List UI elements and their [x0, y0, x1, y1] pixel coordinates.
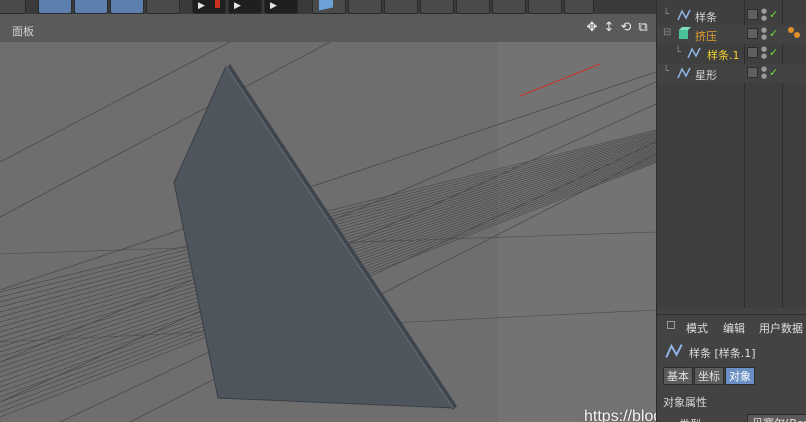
floor-button[interactable] [492, 0, 526, 14]
rotate-tool-button[interactable] [110, 0, 144, 14]
object-label: 样条.1 [707, 49, 740, 62]
viewport[interactable]: 面板 ✥ ↕ ⟲ ⧉ https://blog.csdn.net/lidashe… [0, 14, 656, 422]
layer-tag[interactable] [747, 67, 758, 78]
spline-pen-button[interactable] [348, 0, 382, 14]
light-button[interactable] [564, 0, 594, 14]
coordinate-system-button[interactable] [146, 0, 180, 14]
type-label: 类型 [679, 416, 701, 422]
attribute-manager: 模式 编辑 用户数据 样条 [样条.1] 基本 坐标 对象 对象属性 类型 贝塞… [656, 308, 806, 422]
extrude-tag-icon[interactable] [787, 26, 801, 40]
visibility-dots[interactable]: ● ● [761, 66, 767, 80]
type-dropdown[interactable]: 贝塞尔(Bezier) [747, 414, 806, 422]
play-icon: ▶ [270, 1, 277, 11]
viewport-canvas[interactable] [0, 42, 656, 422]
tab-coordinates[interactable]: 坐标 [694, 367, 724, 385]
spline-icon [677, 9, 691, 21]
layer-tag[interactable] [747, 47, 758, 58]
spline-icon [665, 343, 683, 358]
object-label: 星形 [695, 69, 717, 82]
enable-check-icon[interactable]: ✓ [769, 66, 778, 79]
attribute-object-label: 样条 [样条.1] [689, 347, 756, 360]
rotate-icon[interactable]: ⟲ [619, 20, 633, 35]
dolly-icon[interactable]: ↕ [602, 20, 616, 35]
spline-icon [677, 67, 691, 79]
main-toolbar: ▶ ▶ ▶ [0, 0, 656, 14]
attribute-tabs: 基本 坐标 对象 [663, 367, 755, 385]
enable-check-icon[interactable]: ✓ [769, 27, 778, 40]
play-icon: ▶ [198, 1, 205, 11]
move-tool-button[interactable] [38, 0, 72, 14]
viewport-header: 面板 ✥ ↕ ⟲ ⧉ [0, 14, 656, 43]
extrude-icon [679, 27, 691, 39]
camera-button[interactable] [528, 0, 562, 14]
move-icon[interactable]: ✥ [585, 20, 599, 35]
visibility-dots[interactable]: ● ● [761, 27, 767, 41]
scale-tool-button[interactable] [74, 0, 108, 14]
tab-basic[interactable]: 基本 [663, 367, 693, 385]
object-manager: └ 样条 ● ● ✓ ⊟ 挤压 ● ● ✓ └ 样条.1 ● ● ✓ └ 星形 ● ● … [656, 0, 806, 308]
play-icon: ▶ [234, 1, 241, 11]
menu-mode[interactable]: 模式 [686, 320, 708, 336]
attribute-menu-bar: 模式 编辑 用户数据 [657, 314, 806, 335]
object-properties-heading: 对象属性 [663, 396, 707, 409]
object-row-spline[interactable]: └ 样条 ● ● ✓ [657, 6, 806, 25]
object-row-spline-1[interactable]: └ 样条.1 ● ● ✓ [657, 44, 806, 63]
deformer-button[interactable] [456, 0, 490, 14]
attribute-object-header: 样条 [样条.1] [663, 342, 806, 360]
watermark-text: https://blog.csdn.net/lidashent [584, 408, 656, 422]
enable-check-icon[interactable]: ✓ [769, 46, 778, 59]
cube-object-button[interactable] [312, 0, 346, 14]
render-to-picture-viewer-button[interactable]: ▶ [228, 0, 262, 14]
cube-icon [319, 0, 333, 11]
grip-icon [667, 321, 675, 329]
tab-object[interactable]: 对象 [725, 367, 755, 385]
record-marker-icon [215, 0, 220, 8]
viewport-nav-controls: ✥ ↕ ⟲ ⧉ [585, 20, 650, 35]
maximize-icon[interactable]: ⧉ [636, 20, 650, 35]
viewport-panel-menu[interactable]: 面板 [12, 23, 34, 39]
undo-button[interactable] [0, 0, 26, 14]
cloner-button[interactable] [420, 0, 454, 14]
subdivision-button[interactable] [384, 0, 418, 14]
object-row-star[interactable]: └ 星形 ● ● ✓ [657, 64, 806, 83]
render-settings-button[interactable]: ▶ [264, 0, 298, 14]
menu-user-data[interactable]: 用户数据 [759, 320, 803, 336]
render-view-button[interactable]: ▶ [192, 0, 226, 14]
layer-tag[interactable] [747, 9, 758, 20]
object-label: 样条 [695, 11, 717, 24]
visibility-dots[interactable]: ● ● [761, 46, 767, 60]
menu-edit[interactable]: 编辑 [723, 320, 745, 336]
visibility-dots[interactable]: ● ● [761, 8, 767, 22]
layer-tag[interactable] [747, 28, 758, 39]
object-row-extrude[interactable]: ⊟ 挤压 ● ● ✓ [657, 25, 806, 44]
type-row: 类型 贝塞尔(Bezier) [663, 414, 806, 422]
enable-check-icon[interactable]: ✓ [769, 8, 778, 21]
object-label: 挤压 [695, 30, 717, 43]
spline-icon [687, 47, 701, 59]
